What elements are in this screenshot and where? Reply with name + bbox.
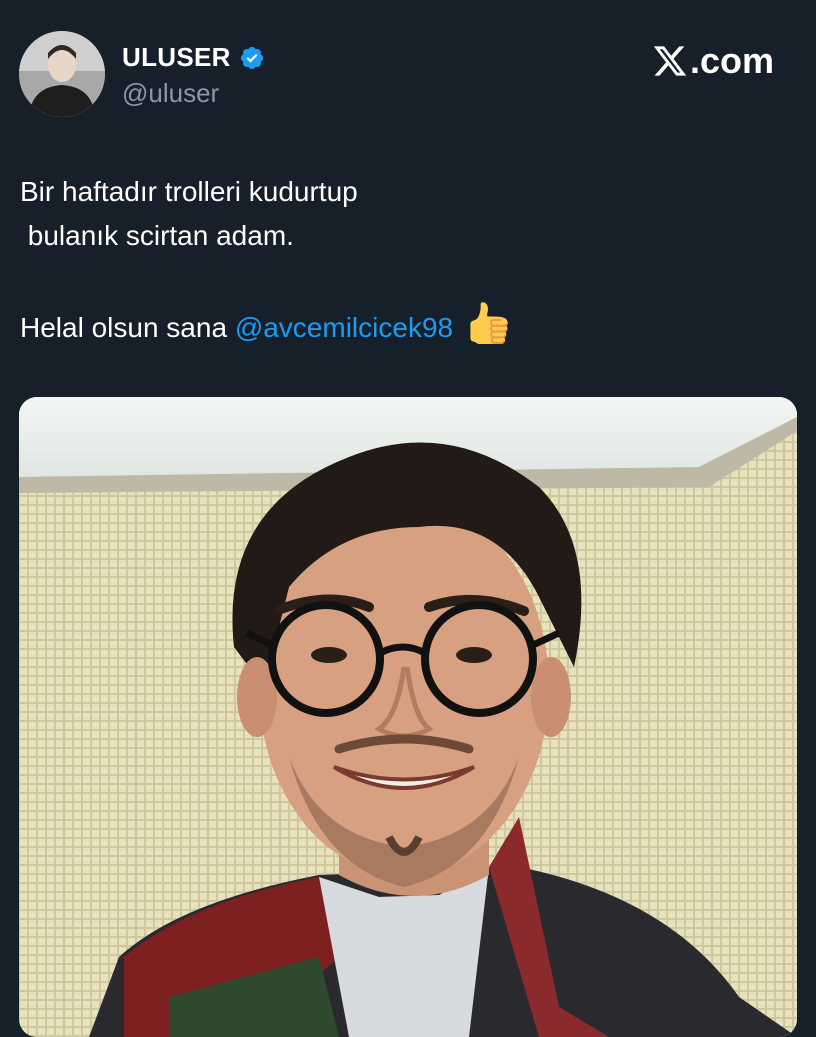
tweet-line-3: Helal olsun sana @avcemilcicek98 (20, 302, 780, 357)
tweet-text: Bir haftadır trolleri kudurtup bulanık s… (20, 170, 780, 357)
tweet-line-2: bulanık scirtan adam. (20, 220, 294, 251)
user-handle[interactable]: @uluser (122, 78, 219, 109)
display-name[interactable]: ULUSER (122, 42, 231, 73)
site-logo-text: .com (689, 40, 774, 81)
tweet-photo[interactable] (19, 397, 797, 1037)
verified-badge-icon (239, 45, 265, 71)
avatar[interactable] (19, 31, 105, 117)
thumbs-up-icon (467, 302, 509, 357)
tweet-blank-line (20, 258, 780, 302)
x-brand-icon (652, 43, 688, 79)
tweet-header: ULUSER @uluser .com (0, 0, 816, 130)
tweet-line-3-prefix: Helal olsun sana (20, 311, 235, 343)
name-row: ULUSER (122, 42, 265, 73)
mention-link[interactable]: @avcemilcicek98 (235, 312, 453, 343)
x-logo: .com (652, 40, 774, 82)
tweet-line-1: Bir haftadır trolleri kudurtup (20, 176, 358, 207)
